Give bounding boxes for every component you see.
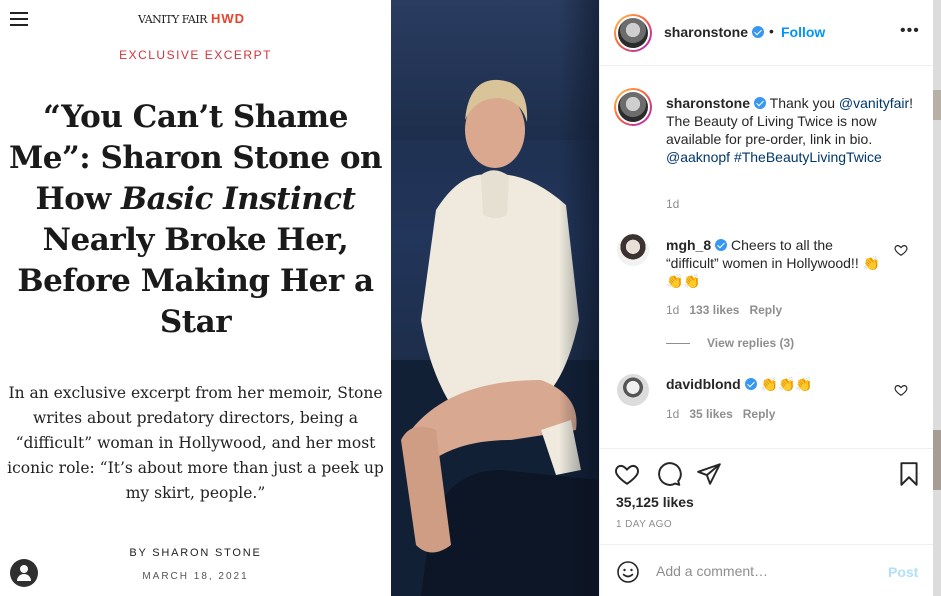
comment-username[interactable]: mgh_8: [666, 237, 711, 253]
heart-icon[interactable]: [614, 461, 640, 487]
likes-count[interactable]: 35,125 likes: [616, 494, 694, 510]
comment-text: 👏👏👏: [756, 376, 813, 392]
article-panel: VANITY FAIR HWD EXCLUSIVE EXCERPT “You Ca…: [0, 0, 391, 596]
account-icon[interactable]: [10, 559, 38, 587]
hashtag-link[interactable]: #TheBeautyLivingTwice: [734, 149, 882, 165]
comment-input[interactable]: [656, 558, 876, 584]
comment-meta: 1d 133 likes Reply: [666, 303, 782, 317]
post-comment-button[interactable]: Post: [888, 564, 918, 580]
paper-plane-icon[interactable]: [696, 461, 722, 487]
verified-badge-icon: [744, 378, 757, 390]
comment-item: davidblond 👏👏👏: [666, 375, 886, 393]
comment-likes[interactable]: 35 likes: [689, 407, 732, 421]
comment-age: 1d: [666, 407, 680, 421]
post-username[interactable]: sharonstone: [664, 24, 765, 40]
verified-badge-icon: [752, 26, 765, 38]
replies-divider: [666, 343, 690, 344]
article-kicker: EXCLUSIVE EXCERPT: [119, 48, 272, 62]
username-text: sharonstone: [664, 24, 749, 40]
view-replies-button[interactable]: View replies (3): [707, 336, 794, 350]
caption-age: 1d: [666, 197, 680, 211]
comment-likes[interactable]: 133 likes: [689, 303, 739, 317]
smiley-icon[interactable]: [616, 560, 640, 584]
brand-section: HWD: [210, 11, 246, 26]
caption-text-1: Thank you: [766, 95, 839, 111]
comment-item: mgh_8 Cheers to all the “difficult” wome…: [666, 236, 886, 290]
comment-age: 1d: [666, 303, 680, 317]
article-headline: “You Can’t Shame Me”: Sharon Stone on Ho…: [0, 97, 391, 343]
post-header: sharonstone • Follow •••: [600, 0, 934, 66]
verified-badge-icon: [754, 97, 767, 109]
article-date: MARCH 18, 2021: [142, 571, 249, 582]
bookmark-icon[interactable]: [896, 461, 922, 487]
mention-vanityfair[interactable]: @vanityfair: [839, 95, 909, 111]
headline-part-2: Nearly Broke Her, Before Making Her a St…: [17, 222, 374, 340]
post-photo[interactable]: [391, 0, 599, 596]
more-options-icon[interactable]: •••: [900, 23, 920, 39]
separator-dot: •: [769, 23, 774, 39]
post-caption: sharonstone Thank you @vanityfair! The B…: [666, 94, 916, 166]
verified-badge-icon: [715, 239, 728, 251]
comment-like-heart-icon[interactable]: [894, 243, 908, 257]
follow-button[interactable]: Follow: [781, 24, 825, 40]
background-page-edge: [933, 0, 941, 596]
comment-composer: Post: [600, 544, 934, 596]
article-byline: BY SHARON STONE: [129, 547, 262, 559]
brand-name: VANITY FAIR: [138, 13, 207, 26]
reply-button[interactable]: Reply: [743, 407, 776, 421]
hamburger-menu-icon[interactable]: [10, 12, 28, 26]
caption-avatar[interactable]: [614, 88, 652, 126]
instagram-post-panel: sharonstone • Follow ••• sharonstone Tha…: [599, 0, 934, 596]
comment-username[interactable]: davidblond: [666, 376, 741, 392]
comment-avatar[interactable]: [617, 234, 649, 266]
headline-italic: Basic Instinct: [120, 181, 356, 217]
comment-meta: 1d 35 likes Reply: [666, 407, 775, 421]
caption-username[interactable]: sharonstone: [666, 95, 750, 111]
comment-avatar[interactable]: [617, 374, 649, 406]
comment-like-heart-icon[interactable]: [894, 383, 908, 397]
post-timestamp: 1 DAY AGO: [616, 519, 673, 530]
mention-aaknopf[interactable]: @aaknopf: [666, 149, 730, 165]
avatar[interactable]: [614, 14, 652, 52]
reply-button[interactable]: Reply: [749, 303, 782, 317]
vanity-fair-logo[interactable]: VANITY FAIR HWD: [138, 11, 245, 26]
article-dek: In an exclusive excerpt from her memoir,…: [7, 384, 384, 502]
comment-icon[interactable]: [656, 461, 682, 487]
